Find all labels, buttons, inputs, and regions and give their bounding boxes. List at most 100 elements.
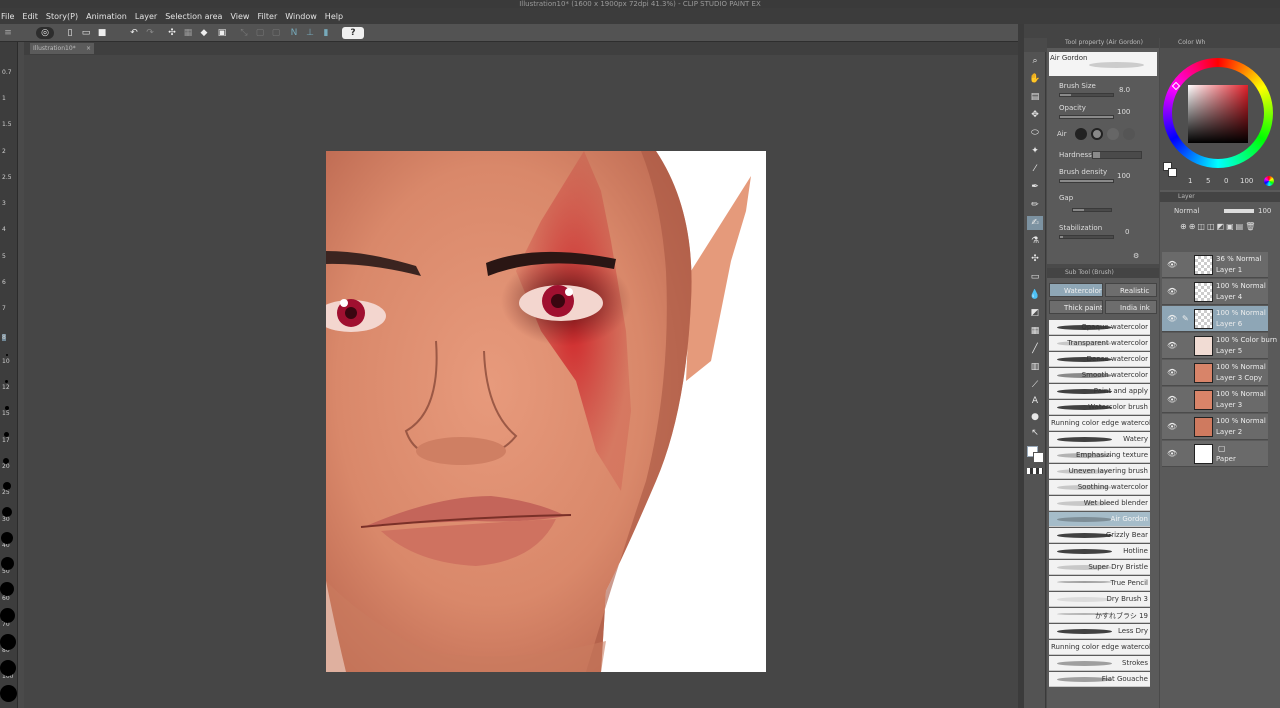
- canvas-paper[interactable]: [326, 151, 766, 672]
- tab-india-ink[interactable]: India ink: [1105, 300, 1157, 314]
- list-item[interactable]: Dense watercolor: [1049, 352, 1150, 367]
- brush-density-slider[interactable]: [1059, 179, 1114, 183]
- settings-gear-icon[interactable]: ⚙: [1133, 252, 1139, 260]
- deselect-icon[interactable]: ▢: [270, 27, 282, 39]
- size-label[interactable]: 15: [2, 410, 10, 417]
- eye-icon[interactable]: 👁: [1167, 395, 1177, 404]
- menu-animation[interactable]: Animation: [86, 12, 135, 21]
- menu-icon[interactable]: ≡: [2, 27, 14, 39]
- eye-icon[interactable]: 👁: [1167, 287, 1177, 296]
- list-item[interactable]: Paint and apply: [1049, 384, 1150, 399]
- blend-mode-select[interactable]: Normal: [1174, 207, 1199, 215]
- move-layer-icon[interactable]: ✥: [1027, 108, 1043, 122]
- size-label[interactable]: 17: [2, 437, 10, 444]
- new-file-icon[interactable]: ▯: [64, 27, 76, 39]
- tab-thick-paint[interactable]: Thick paint: [1049, 300, 1103, 314]
- transparent-swatch[interactable]: [1027, 468, 1043, 474]
- list-item[interactable]: Less Dry: [1049, 624, 1150, 639]
- hue-ring[interactable]: [1163, 58, 1273, 168]
- text-icon[interactable]: A: [1027, 394, 1043, 408]
- list-item[interactable]: Flat Gouache: [1049, 672, 1150, 687]
- balloon-icon[interactable]: ●: [1027, 410, 1043, 424]
- menu-filter[interactable]: Filter: [257, 12, 285, 21]
- size-label[interactable]: 1.5: [2, 121, 12, 128]
- list-item[interactable]: Watery: [1049, 432, 1150, 447]
- save-icon[interactable]: ■: [96, 27, 108, 39]
- stabilization-slider[interactable]: [1059, 235, 1114, 239]
- brush-size-slider[interactable]: [1059, 93, 1114, 97]
- sub-color-swatch[interactable]: [1033, 452, 1044, 463]
- size-dot[interactable]: [5, 406, 9, 410]
- list-item[interactable]: Running color edge watercolor: [1049, 416, 1150, 431]
- color-wheel-header[interactable]: Color Wh: [1160, 38, 1280, 48]
- help-icon[interactable]: ?: [342, 27, 364, 39]
- list-item[interactable]: Soothing watercolor: [1049, 480, 1150, 495]
- list-item[interactable]: Running color edge watercolor: [1049, 640, 1150, 655]
- clear-icon[interactable]: ✣: [166, 27, 178, 39]
- size-dot[interactable]: [0, 634, 16, 650]
- size-dot[interactable]: [4, 432, 9, 437]
- list-item[interactable]: Wet bleed blender: [1049, 496, 1150, 511]
- stabilization-value[interactable]: 0: [1125, 228, 1129, 236]
- size-label[interactable]: 10: [2, 358, 10, 365]
- list-item[interactable]: Smooth watercolor: [1049, 368, 1150, 383]
- hand-icon[interactable]: ✋: [1027, 72, 1043, 86]
- size-label[interactable]: 5: [2, 253, 6, 260]
- size-dot[interactable]: [3, 458, 9, 464]
- pencil-icon[interactable]: ✏: [1027, 198, 1043, 212]
- size-label[interactable]: 12: [2, 384, 10, 391]
- layer-row[interactable]: 👁 36 % Normal Layer 1: [1162, 252, 1268, 278]
- pen-icon[interactable]: ✒: [1027, 180, 1043, 194]
- list-item[interactable]: Strokes: [1049, 656, 1150, 671]
- size-dot[interactable]: [0, 608, 15, 623]
- zoom-icon[interactable]: ⌕: [1027, 54, 1043, 68]
- opacity-slider[interactable]: [1059, 115, 1114, 119]
- layer-opacity-slider[interactable]: [1224, 209, 1254, 213]
- clip-studio-icon[interactable]: ◎: [36, 27, 54, 39]
- size-label[interactable]: 2.5: [2, 174, 12, 181]
- painting-canvas[interactable]: [326, 151, 766, 672]
- gradient-icon[interactable]: ▦: [1027, 324, 1043, 338]
- undo-icon[interactable]: ↶: [128, 27, 140, 39]
- list-item[interactable]: Watercolor brush: [1049, 400, 1150, 415]
- snap-grid-icon[interactable]: ▮: [320, 27, 332, 39]
- sub-color-chip[interactable]: [1168, 168, 1177, 177]
- size-label-selected[interactable]: 8: [2, 334, 6, 341]
- size-label[interactable]: 3: [2, 200, 6, 207]
- layer-row[interactable]: 👁 100 % Color burn Layer 5: [1162, 333, 1277, 359]
- gap-slider[interactable]: [1072, 208, 1112, 212]
- size-dot[interactable]: [1, 532, 13, 544]
- size-label[interactable]: 4: [2, 226, 6, 233]
- layer-opacity-value[interactable]: 100: [1258, 207, 1271, 215]
- brush-density-value[interactable]: 100: [1117, 172, 1130, 180]
- frame-icon[interactable]: ▥: [1027, 360, 1043, 374]
- list-item[interactable]: Grizzly Bear: [1049, 528, 1150, 543]
- list-item[interactable]: Super Dry Bristle: [1049, 560, 1150, 575]
- brush-tip-round-icon[interactable]: [1075, 128, 1087, 140]
- size-dot[interactable]: [6, 354, 8, 356]
- operation-icon[interactable]: ▤: [1027, 90, 1043, 104]
- layer-panel-header[interactable]: Layer: [1160, 192, 1280, 202]
- size-dot[interactable]: [5, 380, 8, 383]
- brush-tip-hard-icon[interactable]: [1123, 128, 1135, 140]
- eye-icon[interactable]: 👁: [1167, 449, 1177, 458]
- tab-realistic[interactable]: Realistic: [1105, 283, 1157, 297]
- eye-icon[interactable]: 👁: [1167, 368, 1177, 377]
- brush-size-value[interactable]: 8.0: [1119, 86, 1130, 94]
- menu-window[interactable]: Window: [285, 12, 325, 21]
- hardness-slider[interactable]: [1092, 151, 1142, 159]
- eye-icon[interactable]: 👁: [1167, 314, 1177, 323]
- menu-file[interactable]: File: [0, 12, 22, 21]
- size-label[interactable]: 2: [2, 148, 6, 155]
- snap-special-ruler-icon[interactable]: ⊥: [304, 27, 316, 39]
- airbrush-icon[interactable]: ⚗: [1027, 234, 1043, 248]
- size-dot[interactable]: [1, 557, 14, 570]
- selection-icon[interactable]: ⬭: [1027, 126, 1043, 140]
- eraser-icon[interactable]: ▭: [1027, 270, 1043, 284]
- fill-icon[interactable]: ◆: [198, 27, 210, 39]
- size-label[interactable]: 6: [2, 279, 6, 286]
- snap-ruler-icon[interactable]: N: [288, 27, 300, 39]
- menu-layer[interactable]: Layer: [135, 12, 165, 21]
- opacity-value[interactable]: 100: [1117, 108, 1130, 116]
- layer-row[interactable]: 👁 100 % Normal Layer 3: [1162, 387, 1268, 413]
